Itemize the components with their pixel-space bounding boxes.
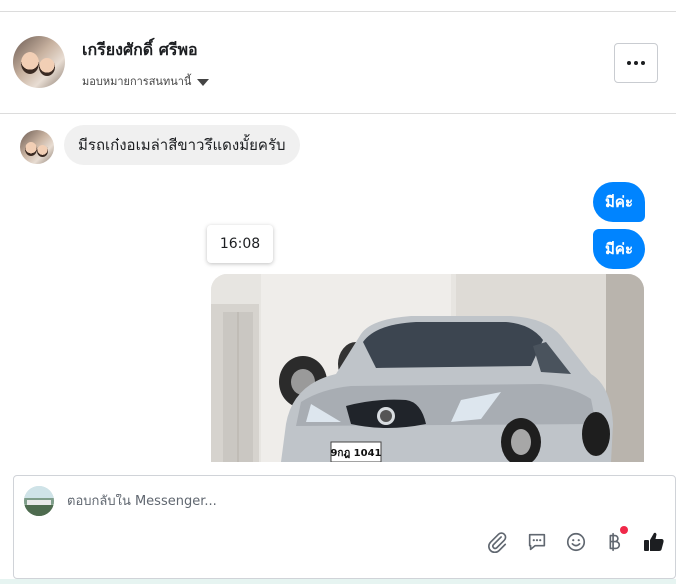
outgoing-message[interactable]: มีค่ะ [593,229,645,269]
baht-payment-icon [609,532,621,552]
caret-down-icon [197,78,210,86]
contact-name[interactable]: เกรียงศักดิ์ ศรีพอ [82,38,198,63]
timestamp-tooltip: 16:08 [207,225,273,263]
car-photo[interactable]: 9กฎ 1041 [211,274,644,462]
reply-composer [13,475,676,579]
license-plate-text: 9กฎ 1041 [330,448,381,459]
like-icon [644,532,664,551]
page-avatar [24,486,54,516]
emoji-icon [566,532,586,552]
saved-reply-icon [528,533,546,551]
incoming-message[interactable]: มีรถเก๋งอเมล่าสีขาวรึแดงมั้ยครับ [64,125,300,165]
more-options-button[interactable] [614,43,658,83]
assign-label: มอบหมายการสนทนานี้ [82,75,192,88]
car-photo-image: 9กฎ 1041 [211,274,644,462]
more-horizontal-icon [627,61,631,65]
contact-avatar[interactable] [13,36,65,88]
header-divider [0,113,676,114]
sender-avatar[interactable] [20,130,54,164]
reply-input[interactable] [67,494,467,509]
payment-button[interactable] [601,526,628,555]
attachment-button[interactable] [484,529,510,555]
attachment-icon [488,532,507,553]
like-button[interactable] [641,529,667,555]
saved-reply-button[interactable] [524,529,550,555]
emoji-button[interactable] [563,529,589,555]
assign-conversation-dropdown[interactable]: มอบหมายการสนทนานี้ [82,72,210,90]
bottom-edge [0,579,676,584]
notification-dot [620,526,628,534]
conversation-header: เกรียงศักดิ์ ศรีพอ มอบหมายการสนทนานี้ [0,12,676,113]
outgoing-message[interactable]: มีค่ะ [593,182,645,222]
